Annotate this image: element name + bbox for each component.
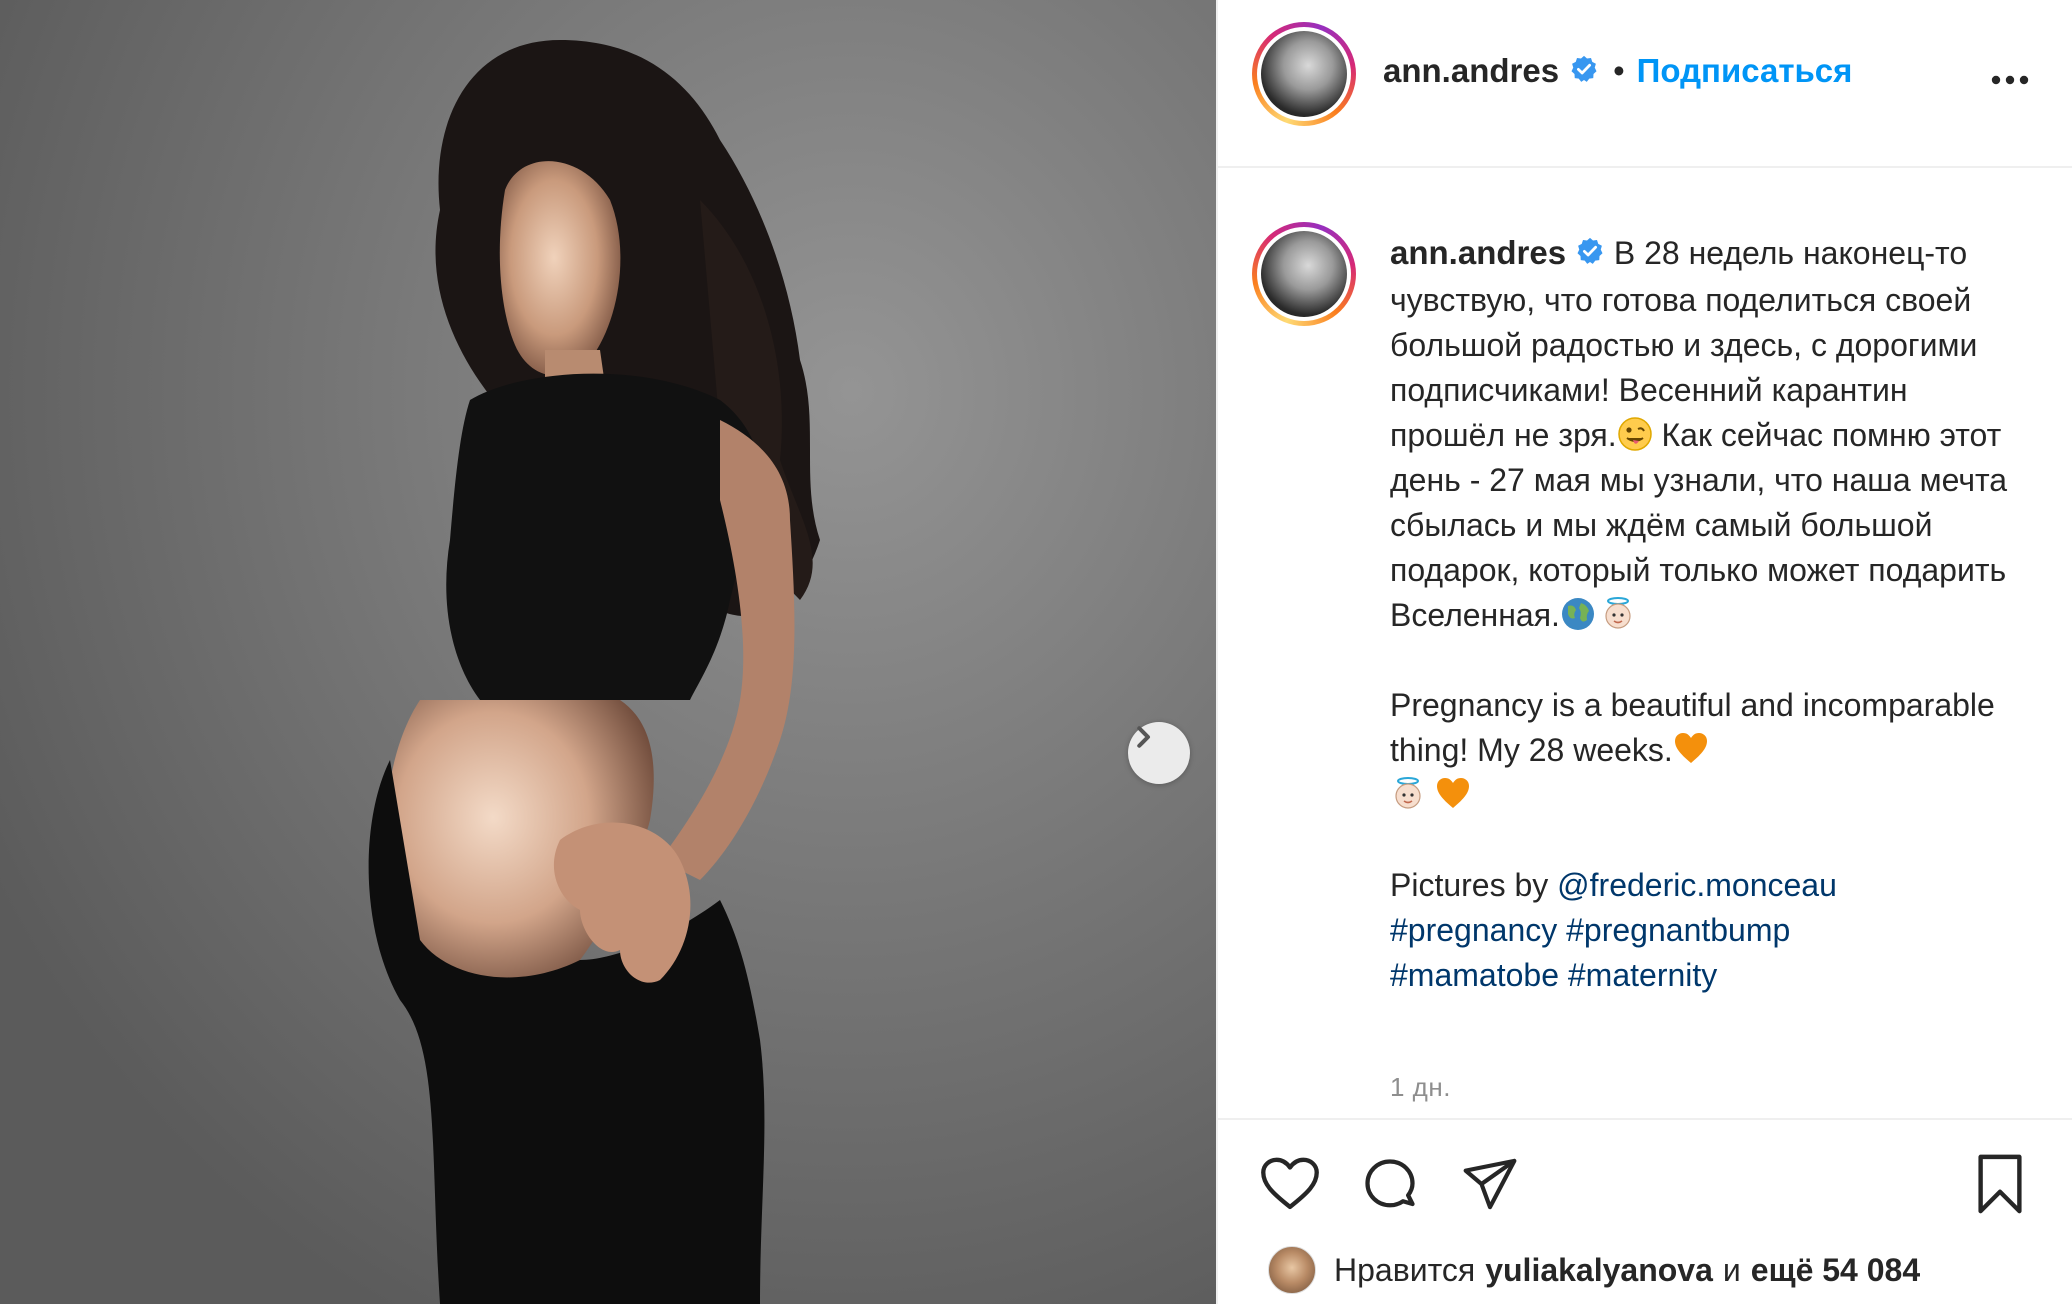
post-photo-artwork <box>0 0 1216 1304</box>
post-photo <box>0 0 1216 1304</box>
caption-username[interactable]: ann.andres <box>1390 234 1566 271</box>
likes-prefix: Нравится <box>1334 1251 1476 1288</box>
author-username[interactable]: ann.andres <box>1383 52 1559 90</box>
more-options-button[interactable] <box>1988 58 2032 102</box>
share-icon <box>1463 1158 1517 1210</box>
heart-icon <box>1261 1157 1319 1210</box>
follow-button[interactable]: Подписаться <box>1637 52 1853 90</box>
caption-text: ann.andres В 28 недель наконец-то чувств… <box>1390 230 2020 998</box>
hashtag-link[interactable]: #pregnantbump <box>1566 912 1790 948</box>
tongue-wink-emoji <box>1617 416 1653 452</box>
post-timestamp[interactable]: 1 дн. <box>1390 1072 1451 1103</box>
orange-heart-emoji <box>1435 776 1471 812</box>
likes-count[interactable]: ещё 54 084 <box>1751 1252 1920 1289</box>
avatar[interactable] <box>1268 1246 1316 1294</box>
comment-button[interactable] <box>1358 1152 1422 1216</box>
liker-username[interactable]: yuliakalyanova <box>1485 1252 1713 1289</box>
hashtag-link[interactable]: #maternity <box>1568 957 1717 993</box>
globe-emoji <box>1560 596 1596 632</box>
angel-emoji <box>1600 596 1636 632</box>
caption-credit-prefix: Pictures by <box>1390 867 1558 904</box>
post-header: ann.andres • Подписаться <box>1218 0 2072 168</box>
action-bar: Нравится yuliakalyanova и ещё 54 084 <box>1218 1118 2072 1306</box>
caption-area: ann.andres В 28 недель наконец-то чувств… <box>1218 168 2072 1120</box>
post-side-panel: ann.andres • Подписаться ann.andres В 28… <box>1218 0 2072 1304</box>
likes-summary: Нравится yuliakalyanova и ещё 54 084 <box>1268 1246 1920 1294</box>
next-image-button[interactable] <box>1128 722 1190 784</box>
like-button[interactable] <box>1258 1152 1322 1216</box>
angel-emoji <box>1390 776 1426 812</box>
hashtag-link[interactable]: #pregnancy <box>1390 912 1557 948</box>
verified-badge-icon <box>1575 233 1605 278</box>
likes-middle: и <box>1722 1251 1741 1288</box>
share-button[interactable] <box>1458 1152 1522 1216</box>
hashtag-link[interactable]: #mamatobe <box>1390 957 1559 993</box>
orange-heart-emoji <box>1673 731 1709 767</box>
caption-author-avatar[interactable] <box>1252 222 1356 326</box>
more-options-icon <box>1991 75 2029 85</box>
verified-badge-icon <box>1569 54 1599 89</box>
save-button[interactable] <box>1968 1152 2032 1216</box>
mention-link[interactable]: @frederic.monceau <box>1557 867 1837 903</box>
follow-separator: • <box>1613 52 1625 89</box>
chevron-right-icon <box>1137 726 1150 748</box>
comment-icon <box>1365 1159 1415 1208</box>
bookmark-icon <box>1978 1154 2022 1214</box>
author-avatar[interactable] <box>1252 22 1356 126</box>
